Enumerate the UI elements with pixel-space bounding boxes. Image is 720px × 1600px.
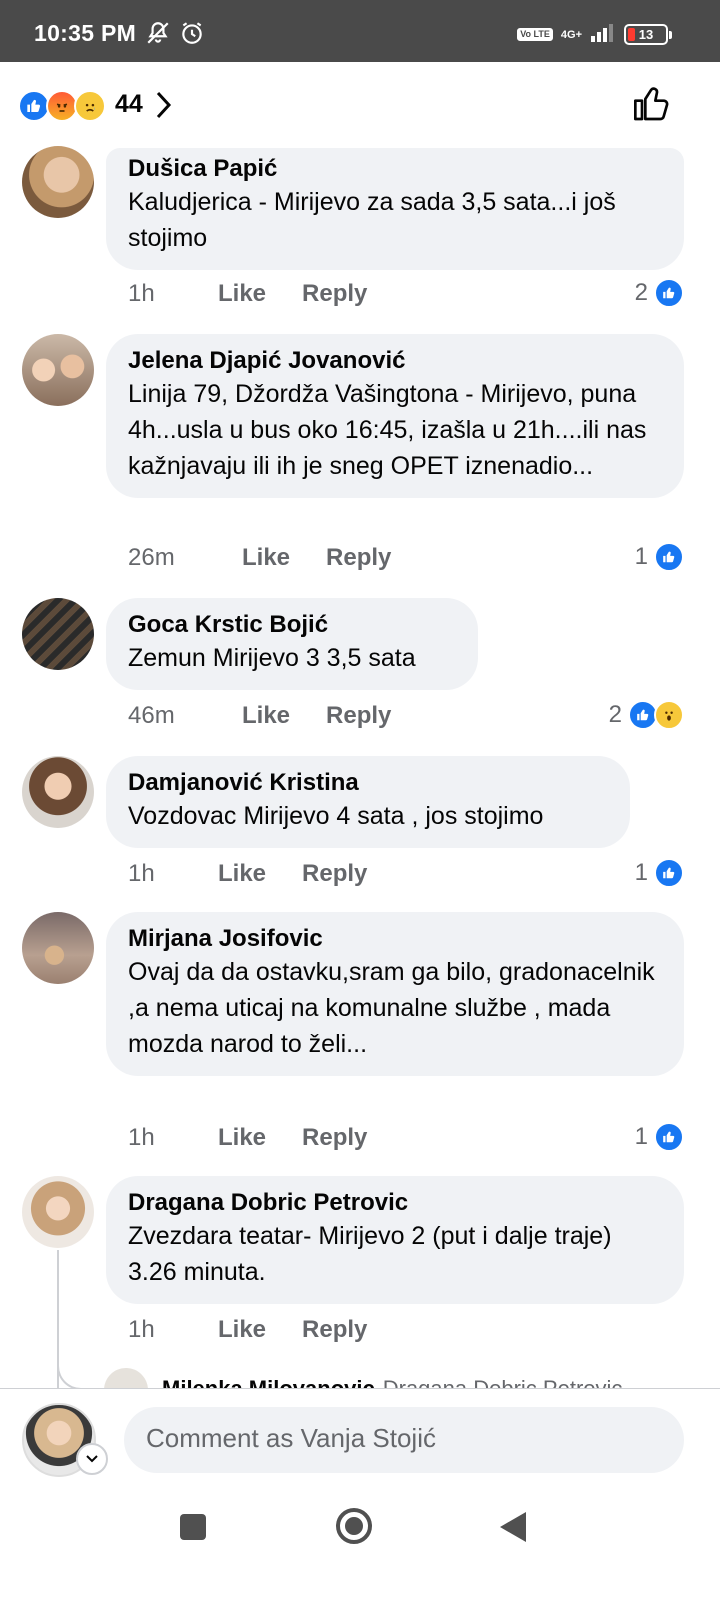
- reaction-number: 1: [634, 1123, 648, 1150]
- comment-bubble[interactable]: Mirjana Josifovic Ovaj da da ostavku,sra…: [106, 912, 684, 1076]
- reaction-number: 1: [634, 543, 648, 570]
- reply-author-name[interactable]: Milenka Milovanovic: [162, 1376, 375, 1388]
- comment-input[interactable]: Comment as Vanja Stojić: [124, 1407, 684, 1473]
- network-type: 4G+: [560, 28, 582, 41]
- like-button-icon[interactable]: [632, 84, 672, 129]
- comment-actions: 26m Like Reply: [128, 544, 391, 572]
- comment-reaction-count[interactable]: 1: [635, 1122, 684, 1152]
- comment-actions: 1h Like Reply: [128, 280, 367, 308]
- status-time: 10:35 PM: [34, 20, 137, 46]
- comment-text: Kaludjerica - Mirijevo za sada 3,5 sata.…: [128, 188, 616, 252]
- comment-reaction-count[interactable]: 2: [609, 700, 684, 730]
- comment-actions: 46m Like Reply: [128, 702, 391, 730]
- comment-text: Zemun Mirijevo 3 3,5 sata: [128, 644, 416, 672]
- comment-author[interactable]: Goca Krstic Bojić: [128, 610, 456, 640]
- reaction-number: 2: [634, 279, 648, 306]
- comment-actions: 1h Like Reply: [128, 1124, 367, 1152]
- reply-link[interactable]: Reply: [302, 280, 367, 308]
- status-icons-left: [145, 20, 205, 51]
- alarm-icon: [179, 20, 205, 51]
- like-reaction-icon: [654, 542, 684, 572]
- comment-actions: 1h Like Reply: [128, 1316, 367, 1344]
- avatar[interactable]: [22, 756, 94, 828]
- signal-icon: [590, 22, 616, 47]
- comment-time[interactable]: 1h: [128, 1316, 194, 1344]
- comment-author[interactable]: Jelena Djapić Jovanović: [128, 346, 662, 376]
- battery-icon: 13: [624, 24, 672, 45]
- avatar[interactable]: [22, 334, 94, 406]
- like-reaction-icon: [654, 1122, 684, 1152]
- like-link[interactable]: Like: [218, 1316, 266, 1344]
- home-button[interactable]: [334, 1506, 374, 1551]
- reply-author[interactable]: Milenka Milovanovic Dragana Dobric Petrov…: [162, 1376, 622, 1388]
- reply-link[interactable]: Reply: [302, 1316, 367, 1344]
- chevron-down-icon[interactable]: [76, 1443, 108, 1475]
- comment-bubble[interactable]: Goca Krstic Bojić Zemun Mirijevo 3 3,5 s…: [106, 598, 478, 690]
- avatar[interactable]: [22, 912, 94, 984]
- like-link[interactable]: Like: [218, 860, 266, 888]
- comment-time[interactable]: 1h: [128, 1124, 194, 1152]
- avatar[interactable]: [104, 1368, 148, 1388]
- volte-icon: Vo LTE: [517, 28, 553, 41]
- mute-icon: [145, 20, 171, 51]
- avatar[interactable]: [22, 1176, 94, 1248]
- comment-text: Linija 79, Džordža Vašingtona - Mirijevo…: [128, 380, 647, 480]
- comment-time[interactable]: 1h: [128, 280, 194, 308]
- comment-reaction-count[interactable]: 2: [635, 278, 684, 308]
- reply-thread-curve: [57, 1340, 107, 1390]
- reply-preview[interactable]: Milenka Milovanovic Dragana Dobric Petrov…: [104, 1368, 720, 1388]
- comment-time[interactable]: 26m: [128, 544, 218, 572]
- status-bar: 10:35 PM Vo LTE 4G+ 13: [0, 0, 720, 62]
- comment-reaction-count[interactable]: 1: [635, 858, 684, 888]
- like-link[interactable]: Like: [242, 702, 290, 730]
- navigation-bar: [0, 1488, 720, 1600]
- comment-author[interactable]: Dušica Papić: [128, 154, 662, 184]
- reaction-number: 1: [634, 859, 648, 886]
- sad-reaction-icon: [74, 90, 106, 122]
- like-link[interactable]: Like: [242, 544, 290, 572]
- comment-time[interactable]: 1h: [128, 860, 194, 888]
- reaction-summary[interactable]: [18, 90, 106, 122]
- like-link[interactable]: Like: [218, 1124, 266, 1152]
- recents-button[interactable]: [178, 1512, 208, 1547]
- like-link[interactable]: Like: [218, 280, 266, 308]
- like-reaction-icon: [654, 858, 684, 888]
- comment-actions: 1h Like Reply: [128, 860, 367, 888]
- reaction-number: 2: [608, 701, 622, 728]
- chevron-right-icon[interactable]: [155, 90, 173, 125]
- reply-link[interactable]: Reply: [302, 1124, 367, 1152]
- comment-bubble[interactable]: Damjanović Kristina Vozdovac Mirijevo 4 …: [106, 756, 630, 848]
- reply-link[interactable]: Reply: [326, 544, 391, 572]
- status-icons-right: Vo LTE 4G+ 13: [517, 22, 672, 47]
- comment-text: Ovaj da da ostavku,sram ga bilo, gradona…: [128, 958, 655, 1058]
- comment-reaction-count[interactable]: 1: [635, 542, 684, 572]
- comment-author[interactable]: Damjanović Kristina: [128, 768, 608, 798]
- like-reaction-icon: [654, 278, 684, 308]
- reply-link[interactable]: Reply: [302, 860, 367, 888]
- back-button[interactable]: [498, 1510, 528, 1549]
- comment-time[interactable]: 46m: [128, 702, 218, 730]
- comment-composer: Comment as Vanja Stojić: [0, 1388, 720, 1488]
- reactions-header: 44: [0, 62, 720, 148]
- comment-text: Vozdovac Mirijevo 4 sata , jos stojimo: [128, 802, 544, 830]
- comment-author[interactable]: Mirjana Josifovic: [128, 924, 662, 954]
- battery-level: 13: [638, 27, 654, 42]
- reply-mention[interactable]: Dragana Dobric Petrovic: [383, 1376, 623, 1388]
- reaction-count[interactable]: 44: [115, 90, 143, 119]
- avatar[interactable]: [22, 598, 94, 670]
- wow-reaction-icon: [654, 700, 684, 730]
- avatar[interactable]: [22, 146, 94, 218]
- comment-text: Zvezdara teatar- Mirijevo 2 (put i dalje…: [128, 1222, 612, 1286]
- comment-bubble[interactable]: Jelena Djapić Jovanović Linija 79, Džord…: [106, 334, 684, 498]
- reply-link[interactable]: Reply: [326, 702, 391, 730]
- comment-bubble[interactable]: Dragana Dobric Petrovic Zvezdara teatar-…: [106, 1176, 684, 1304]
- comment-bubble[interactable]: Dušica Papić Kaludjerica - Mirijevo za s…: [106, 148, 684, 270]
- comment-author[interactable]: Dragana Dobric Petrovic: [128, 1188, 662, 1218]
